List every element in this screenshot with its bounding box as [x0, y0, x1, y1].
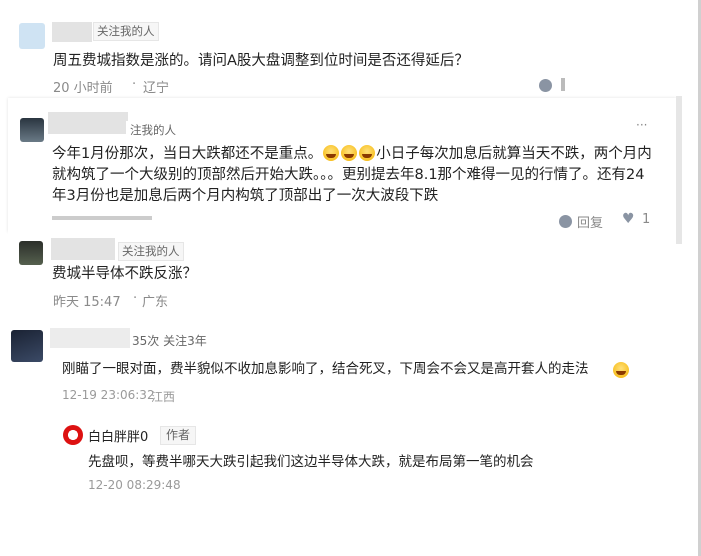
reply-username[interactable]: 白白胖胖0 [88, 426, 148, 445]
reply-icon[interactable] [559, 215, 572, 228]
reply-icon[interactable] [539, 79, 552, 92]
follow-tag: 关注我的人 [93, 22, 159, 41]
reply-time: 12-20 08:29:48 [88, 478, 181, 492]
meta-separator: · [132, 77, 137, 92]
comment-card-4: 35次 关注3年 刚瞄了一眼对面，费半貌似不收加息影响了，结合死叉，下周会不会又… [0, 318, 698, 504]
comment-card-2: 注我的人 ··· 今年1月份那次，当日大跌都还不是重点。 小日子每次加息后就算当天… [8, 98, 676, 232]
avatar[interactable] [19, 23, 45, 49]
comment-time: 12-19 23:06:32 [62, 388, 155, 402]
laugh-emoji [341, 145, 358, 161]
reply-button-cropped[interactable] [561, 78, 565, 91]
like-icon[interactable]: ♥ [622, 211, 635, 227]
avatar[interactable] [19, 241, 43, 265]
reply-text: 先盘呗，等费半哪天大跌引起我们这边半导体大跌，就是布局第一笔的机会 [88, 454, 534, 470]
laugh-emoji [613, 362, 629, 378]
follow-tag: 关注我的人 [118, 242, 184, 261]
user-tag: 35次 关注3年 [132, 334, 207, 348]
comment-location: 江西 [151, 390, 176, 404]
username-blurred[interactable] [48, 112, 128, 134]
reply-item: 白白胖胖0 作者 先盘呗，等费半哪天大跌引起我们这边半导体大跌，就是布局第一笔的… [60, 418, 680, 498]
comment-text: 今年1月份那次，当日大跌都还不是重点。 小日子每次加息后就算当天不跌，两个月内就构… [52, 144, 652, 207]
comment-text: 费城半导体不跌反涨？ [52, 266, 197, 282]
more-options[interactable]: ··· [636, 118, 647, 132]
comment-card-3: 关注我的人 费城半导体不跌反涨？ 昨天 15:47 · 广东 [8, 232, 698, 316]
follow-tag: 注我的人 [126, 121, 180, 140]
username-blurred[interactable] [50, 328, 130, 348]
comment-time: 20 小时前 [53, 81, 113, 96]
username-blurred[interactable] [52, 22, 92, 42]
avatar[interactable] [20, 118, 44, 142]
avatar[interactable] [11, 330, 43, 362]
meta-cropped [52, 216, 152, 220]
username-blurred[interactable] [51, 238, 115, 260]
comment-time: 昨天 15:47 [53, 295, 121, 310]
scrollbar[interactable] [676, 96, 682, 244]
comment-location: 辽宁 [143, 81, 170, 96]
meta-separator: · [133, 291, 138, 306]
comment-location: 广东 [142, 295, 169, 310]
comment-card-1: 关注我的人 周五费城指数是涨的。请问A股大盘调整到位时间是否还得延后？ 20 小… [8, 14, 698, 106]
comment-text-part1: 今年1月份那次，当日大跌都还不是重点。 [52, 146, 323, 162]
author-avatar[interactable] [63, 425, 83, 445]
laugh-emoji [323, 145, 340, 161]
comment-text: 周五费城指数是涨的。请问A股大盘调整到位时间是否还得延后？ [53, 53, 469, 69]
comment-text: 刚瞄了一眼对面，费半貌似不收加息影响了，结合死叉，下周会不会又是高开套人的走法 [62, 361, 589, 377]
like-count: 1 [642, 212, 651, 227]
laugh-emoji [359, 145, 376, 161]
reply-button[interactable]: 回复 [577, 212, 603, 231]
author-tag: 作者 [160, 426, 197, 445]
